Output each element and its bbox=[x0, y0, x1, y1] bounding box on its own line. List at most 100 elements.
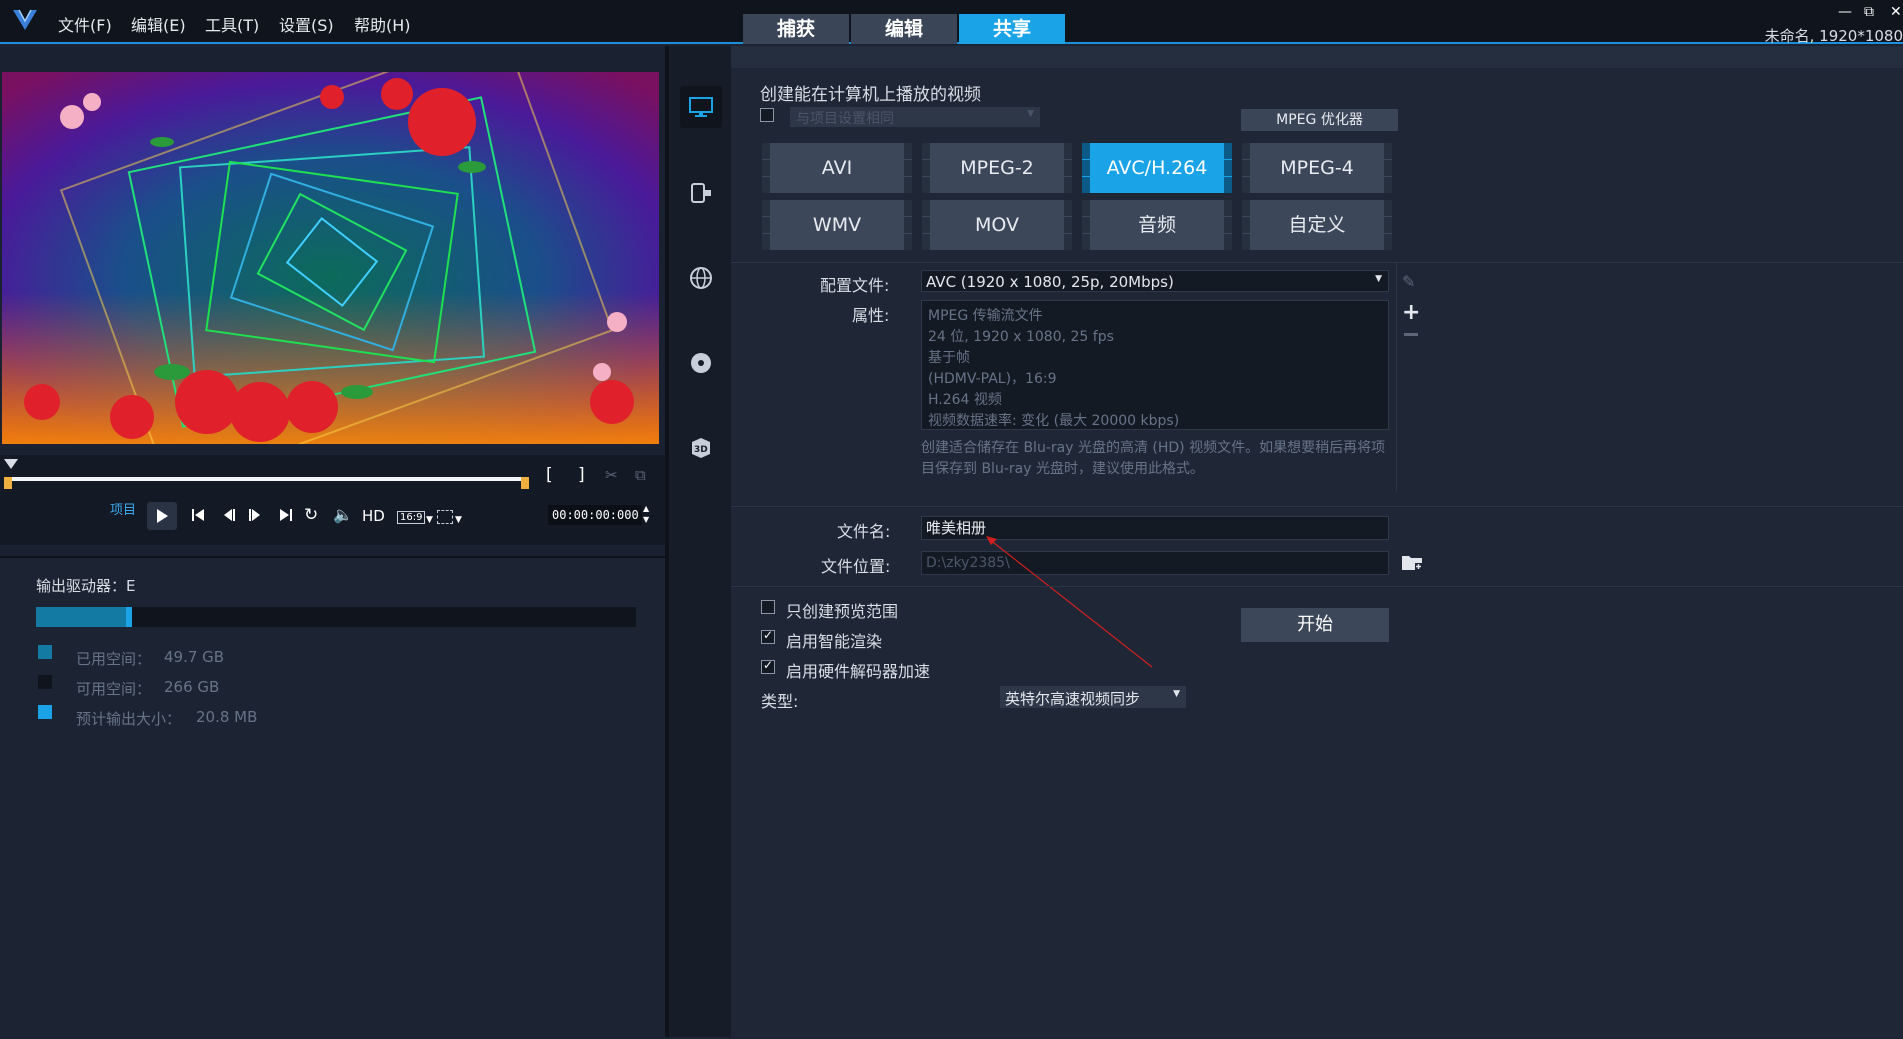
app-logo-icon[interactable] bbox=[12, 8, 38, 36]
share-heading: 创建能在计算机上播放的视频 bbox=[760, 85, 981, 105]
scrub-track[interactable] bbox=[8, 477, 526, 481]
preview-range-label[interactable]: 只创建预览范围 bbox=[786, 598, 898, 622]
format-mov-button[interactable]: MOV bbox=[922, 200, 1072, 250]
format-custom-button[interactable]: 自定义 bbox=[1242, 200, 1392, 250]
browse-folder-icon[interactable] bbox=[1401, 553, 1423, 575]
output-drive-label: 输出驱动器：E bbox=[36, 577, 136, 595]
tab-capture[interactable]: 捕获 bbox=[743, 14, 849, 44]
dropdown-arrow-icon: ▼ bbox=[1375, 274, 1382, 284]
volume-icon[interactable]: 🔈 bbox=[333, 505, 353, 524]
playhead-marker[interactable] bbox=[4, 459, 18, 469]
vertical-separator bbox=[1396, 262, 1397, 492]
mark-in-icon[interactable]: [ bbox=[546, 465, 553, 485]
smart-render-label[interactable]: 启用智能渲染 bbox=[786, 628, 882, 652]
used-space-value: 49.7 GB bbox=[164, 648, 225, 666]
previous-frame-icon[interactable] bbox=[220, 507, 236, 527]
property-line: 基于帧 bbox=[928, 350, 970, 366]
type-value: 英特尔高速视频同步 bbox=[1005, 690, 1141, 708]
menu-settings[interactable]: 设置(S) bbox=[279, 12, 334, 36]
crop-dropdown-icon[interactable]: ▼ bbox=[455, 515, 462, 525]
drive-estimate-fill bbox=[126, 607, 132, 627]
format-audio-button[interactable]: 音频 bbox=[1082, 200, 1232, 250]
free-swatch bbox=[38, 675, 52, 689]
drive-usage-bar bbox=[36, 607, 636, 627]
menu-edit[interactable]: 编辑(E) bbox=[131, 12, 186, 36]
copy-icon[interactable]: ⧉ bbox=[635, 466, 646, 484]
timecode-down-icon[interactable]: ▼ bbox=[643, 515, 649, 524]
restore-icon[interactable]: ⧉ bbox=[1864, 4, 1874, 20]
property-line: MPEG 传输流文件 bbox=[928, 308, 1043, 324]
property-line: H.264 视频 bbox=[928, 392, 1002, 408]
mark-out-icon[interactable]: ] bbox=[578, 465, 585, 485]
dropdown-arrow-icon: ▼ bbox=[1027, 109, 1034, 119]
tab-edit[interactable]: 编辑 bbox=[851, 14, 957, 44]
aspect-ratio-button[interactable]: 16:9 bbox=[397, 511, 426, 524]
drive-info-panel bbox=[0, 556, 666, 1039]
cut-icon[interactable]: ✂ bbox=[605, 466, 618, 484]
format-avc-h264-button[interactable]: AVC/H.264 bbox=[1082, 143, 1232, 193]
profile-label: 配置文件: bbox=[820, 276, 890, 295]
mpeg-optimizer-button[interactable]: MPEG 优化器 bbox=[1241, 109, 1398, 131]
estimate-size-label: 预计输出大小： bbox=[76, 710, 182, 728]
format-mpeg2-button[interactable]: MPEG-2 bbox=[922, 143, 1072, 193]
format-description: 创建适合储存在 Blu-ray 光盘的高清 (HD) 视频文件。如果想要稍后再将… bbox=[921, 440, 1386, 477]
separator bbox=[731, 262, 1903, 263]
dropdown-arrow-icon: ▼ bbox=[1173, 689, 1180, 699]
menu-tools[interactable]: 工具(T) bbox=[205, 12, 259, 36]
properties-label: 属性: bbox=[852, 306, 890, 325]
web-globe-icon[interactable] bbox=[680, 257, 722, 299]
separator bbox=[731, 586, 1903, 587]
disc-icon[interactable] bbox=[680, 342, 722, 384]
preview-range-checkbox[interactable] bbox=[761, 600, 775, 614]
svg-text:3D: 3D bbox=[694, 445, 708, 455]
trim-start-handle[interactable] bbox=[4, 477, 12, 489]
hw-decoder-label[interactable]: 启用硬件解码器加速 bbox=[786, 658, 930, 682]
close-icon[interactable]: ✕ bbox=[1890, 4, 1902, 20]
timecode-field[interactable]: 00:00:00:000 bbox=[548, 505, 642, 525]
hd-toggle[interactable]: HD bbox=[362, 507, 385, 525]
go-to-end-icon[interactable] bbox=[278, 507, 294, 527]
device-icon[interactable] bbox=[680, 172, 722, 214]
smart-render-checkbox[interactable] bbox=[761, 628, 775, 644]
trim-end-handle[interactable] bbox=[521, 477, 529, 489]
free-space-label: 可用空间： bbox=[76, 680, 152, 698]
go-to-start-icon[interactable] bbox=[190, 507, 206, 527]
property-line: (HDMV-PAL)，16:9 bbox=[928, 371, 1057, 387]
project-label[interactable]: 项目 bbox=[110, 499, 136, 518]
type-label: 类型: bbox=[761, 692, 799, 711]
play-button[interactable] bbox=[147, 502, 177, 530]
profile-dropdown[interactable]: AVC (1920 x 1080, 25p, 20Mbps) ▼ bbox=[921, 270, 1389, 292]
edit-profile-icon[interactable]: ✎ bbox=[1402, 272, 1415, 291]
menu-file[interactable]: 文件(F) bbox=[58, 12, 112, 36]
estimate-swatch bbox=[38, 705, 52, 719]
next-frame-icon[interactable] bbox=[248, 507, 264, 527]
same-as-project-label: 与项目设置相同 bbox=[796, 111, 894, 127]
add-profile-icon[interactable]: + bbox=[1402, 300, 1420, 325]
3d-icon[interactable]: 3D bbox=[680, 427, 722, 469]
hw-decoder-checkbox[interactable] bbox=[761, 658, 775, 674]
type-dropdown[interactable]: 英特尔高速视频同步 ▼ bbox=[1000, 686, 1186, 708]
property-line: 视频数据速率: 变化 (最大 20000 kbps) bbox=[928, 413, 1180, 429]
file-location-label: 文件位置: bbox=[821, 557, 891, 576]
format-mpeg4-button[interactable]: MPEG-4 bbox=[1242, 143, 1392, 193]
used-space-label: 已用空间： bbox=[76, 650, 152, 668]
used-swatch bbox=[38, 645, 52, 659]
aspect-dropdown-icon[interactable]: ▼ bbox=[426, 515, 433, 525]
timecode-up-icon[interactable]: ▲ bbox=[643, 504, 649, 513]
start-button[interactable]: 开始 bbox=[1241, 608, 1389, 642]
menu-help[interactable]: 帮助(H) bbox=[354, 12, 411, 36]
remove-profile-icon[interactable] bbox=[1404, 333, 1418, 336]
crop-selection-icon[interactable] bbox=[437, 510, 453, 524]
tab-share[interactable]: 共享 bbox=[959, 14, 1065, 44]
panel-header-strip bbox=[731, 46, 1903, 68]
format-wmv-button[interactable]: WMV bbox=[762, 200, 912, 250]
minimize-icon[interactable]: — bbox=[1838, 4, 1852, 20]
same-as-project-dropdown[interactable]: 与项目设置相同 ▼ bbox=[790, 107, 1040, 127]
computer-icon[interactable] bbox=[680, 86, 722, 128]
free-space-value: 266 GB bbox=[164, 678, 220, 696]
format-avi-button[interactable]: AVI bbox=[762, 143, 912, 193]
same-as-project-checkbox[interactable] bbox=[760, 108, 774, 122]
estimate-size-value: 20.8 MB bbox=[196, 708, 258, 726]
repeat-icon[interactable]: ↻ bbox=[304, 505, 318, 525]
share-settings-panel bbox=[731, 46, 1903, 1037]
